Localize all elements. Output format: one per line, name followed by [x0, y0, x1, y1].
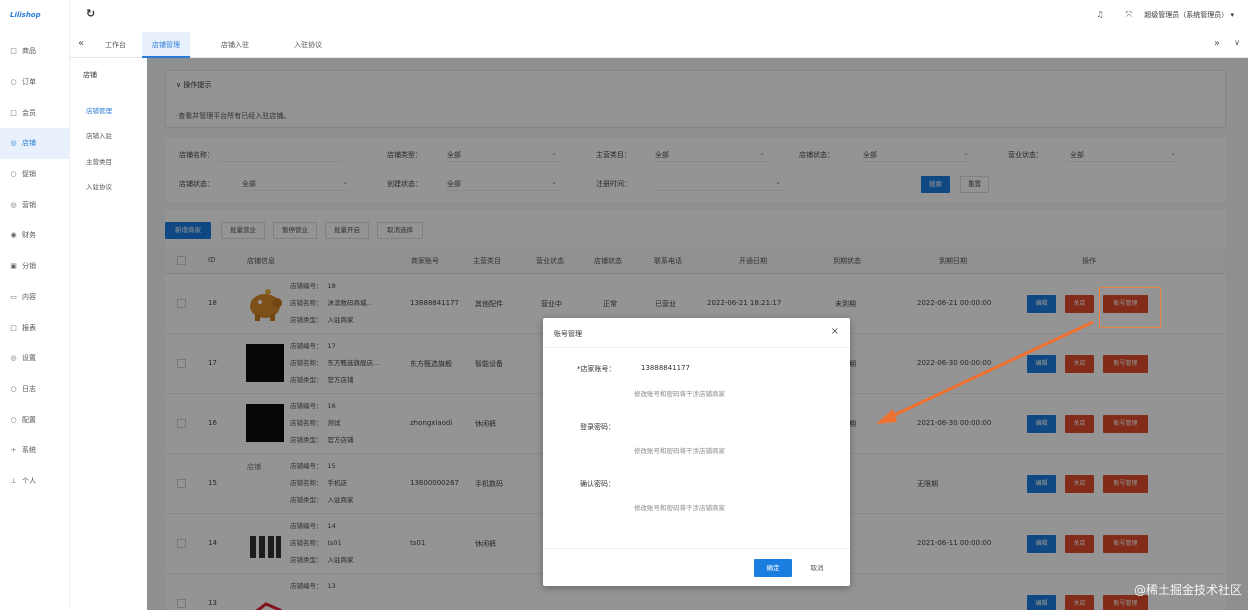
confirm-password-label: 确认密码：	[580, 480, 615, 488]
modal-title: 账号管理	[554, 330, 582, 338]
app: Lilishop □ 商品 ○ 订单 □ 会员 ◎ 店铺 ○ 促销 ◎ 营销 ◉ 财务 ▣ 分销 ▭ 内容 □ 报表 ◎…	[0, 0, 1248, 610]
account-value[interactable]: 13888841177	[641, 364, 690, 372]
cancel-button[interactable]: 取消	[801, 559, 833, 577]
confirm-password-input[interactable]	[641, 479, 821, 491]
login-password-hint: 修改账号和密码将干涉店铺商家	[634, 447, 725, 455]
modal-divider	[543, 347, 850, 348]
login-password-input[interactable]	[641, 422, 821, 434]
account-hint: 修改账号和密码将干涉店铺商家	[634, 390, 725, 398]
account-label: *店家账号：	[577, 365, 616, 373]
ok-button[interactable]: 确定	[754, 559, 792, 577]
modal-footer-divider	[543, 548, 850, 549]
watermark: @稀土掘金技术社区	[1133, 583, 1242, 597]
close-icon[interactable]: ×	[831, 326, 839, 337]
account-manage-modal: 账号管理 × *店家账号： 13888841177 修改账号和密码将干涉店铺商家…	[543, 318, 850, 586]
confirm-password-hint: 修改账号和密码将干涉店铺商家	[634, 504, 725, 512]
login-password-label: 登录密码：	[580, 423, 615, 431]
